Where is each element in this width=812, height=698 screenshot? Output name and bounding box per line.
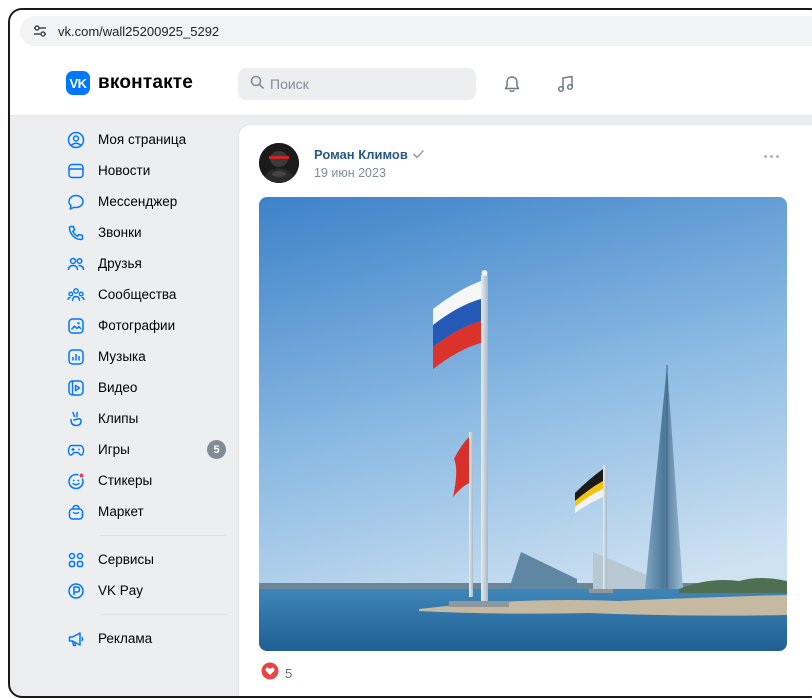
sidebar-item-vk-pay[interactable]: VK Pay: [66, 575, 226, 606]
site-settings-icon[interactable]: [32, 23, 48, 39]
vk-logo-mark: VK: [66, 71, 90, 95]
post-date[interactable]: 19 июн 2023: [314, 166, 386, 180]
sidebar-item-music[interactable]: Музыка: [66, 341, 226, 372]
music-icon: [66, 347, 86, 367]
sidebar-item-stickers[interactable]: Стикеры: [66, 465, 226, 496]
author-avatar[interactable]: [259, 143, 299, 183]
sidebar-item-communities[interactable]: Сообщества: [66, 279, 226, 310]
vk-header: VK вконтакте: [10, 52, 812, 116]
sidebar-item-clips[interactable]: Клипы: [66, 403, 226, 434]
url-text[interactable]: vk.com/wall25200925_5292: [58, 24, 219, 39]
market-bag-icon: [66, 502, 86, 522]
like-count: 5: [285, 666, 293, 681]
search-box[interactable]: [238, 68, 476, 100]
sidebar-item-label: Звонки: [98, 225, 142, 240]
sidebar-item-label: Реклама: [98, 631, 153, 646]
chat-bubble-icon: [66, 192, 86, 212]
address-bar: vk.com/wall25200925_5292: [10, 10, 812, 52]
services-grid-icon: [66, 550, 86, 570]
sidebar-item-label: Сервисы: [98, 552, 154, 567]
sidebar-item-news[interactable]: Новости: [66, 155, 226, 186]
sidebar-item-friends[interactable]: Друзья: [66, 248, 226, 279]
more-options-icon[interactable]: [764, 155, 779, 158]
sidebar-item-messenger[interactable]: Мессенджер: [66, 186, 226, 217]
sidebar-item-games[interactable]: Игры 5: [66, 434, 226, 465]
sidebar-item-label: Стикеры: [98, 473, 153, 488]
sidebar-item-calls[interactable]: Звонки: [66, 217, 226, 248]
sidebar-item-ads[interactable]: Реклама: [66, 623, 226, 654]
browser-window: vk.com/wall25200925_5292 VK вконтакте По…: [8, 8, 812, 698]
sidebar-item-my-page[interactable]: Моя страница: [66, 124, 226, 155]
games-count-badge: 5: [207, 440, 226, 459]
vk-logo[interactable]: VK вконтакте: [66, 71, 193, 95]
sidebar-item-label: Клипы: [98, 411, 139, 426]
sidebar-item-market[interactable]: Маркет: [66, 496, 226, 527]
video-icon: [66, 378, 86, 398]
verified-check-icon: [413, 150, 424, 159]
sidebar-item-label: Друзья: [98, 256, 142, 271]
vk-logo-text: вконтакте: [98, 72, 194, 93]
sidebar-item-label: Моя страница: [98, 132, 187, 147]
vkpay-icon: [66, 581, 86, 601]
sidebar-item-label: Сообщества: [98, 287, 177, 302]
sidebar-item-services[interactable]: Сервисы: [66, 544, 226, 575]
search-icon: [250, 75, 264, 94]
post-author[interactable]: Роман Климов: [314, 147, 424, 162]
url-field[interactable]: vk.com/wall25200925_5292: [20, 16, 812, 46]
sidebar-divider: [100, 535, 226, 536]
megaphone-icon: [66, 629, 86, 649]
sidebar-item-label: VK Pay: [98, 583, 144, 598]
music-note-icon[interactable]: [556, 74, 576, 94]
phone-icon: [66, 223, 86, 243]
photo-icon: [66, 316, 86, 336]
bell-icon[interactable]: [502, 74, 522, 94]
heart-icon: [261, 662, 279, 685]
friends-icon: [66, 254, 86, 274]
sidebar-divider: [100, 614, 226, 615]
post-card: Роман Климов 19 июн 2023 5: [238, 124, 812, 696]
sidebar-item-label: Видео: [98, 380, 138, 395]
sidebar-item-label: Маркет: [98, 504, 144, 519]
sticker-icon: [66, 471, 86, 491]
author-name[interactable]: Роман Климов: [314, 147, 408, 162]
sidebar-item-label: Новости: [98, 163, 151, 178]
sidebar-item-label: Фотографии: [98, 318, 176, 333]
sidebar-item-label: Игры: [98, 442, 130, 457]
news-icon: [66, 161, 86, 181]
gamepad-icon: [66, 440, 86, 460]
sidebar-item-photos[interactable]: Фотографии: [66, 310, 226, 341]
post-photo[interactable]: [259, 197, 787, 651]
communities-icon: [66, 285, 86, 305]
left-sidebar: Моя страница Новости Мессенджер Звонки Д…: [66, 124, 226, 654]
search-input[interactable]: [270, 76, 450, 92]
user-circle-icon: [66, 130, 86, 150]
clips-icon: [66, 409, 86, 429]
like-button[interactable]: 5: [261, 662, 292, 685]
sidebar-item-label: Музыка: [98, 349, 146, 364]
sidebar-item-label: Мессенджер: [98, 194, 178, 209]
sidebar-item-video[interactable]: Видео: [66, 372, 226, 403]
